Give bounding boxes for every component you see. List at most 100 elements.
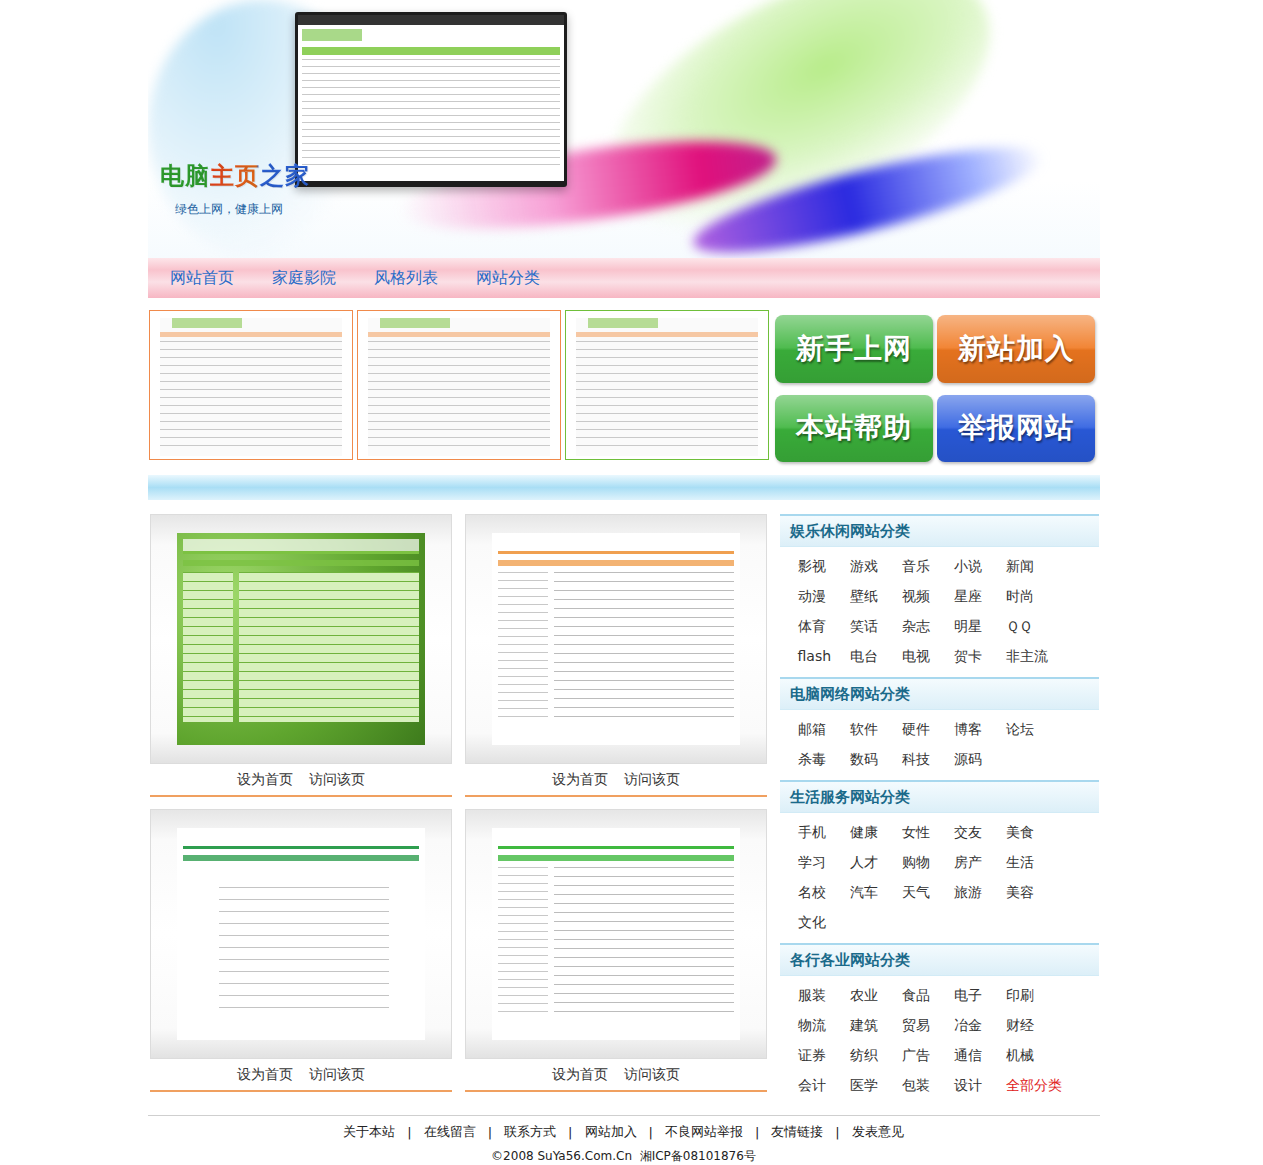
category-link[interactable]: 食品 [902,980,954,1010]
category-link[interactable]: 动漫 [798,581,850,611]
quick-button[interactable]: 新手上网 [775,315,933,383]
category-link[interactable]: 纺织 [850,1040,902,1070]
category-link[interactable]: 学习 [798,847,850,877]
category-link[interactable]: 数码 [850,744,902,774]
card-action-link[interactable]: 访问该页 [624,771,680,789]
footer-link[interactable]: 关于本站 [343,1123,395,1141]
card-action-link[interactable]: 访问该页 [309,771,365,789]
card-action-link[interactable]: 设为首页 [237,1066,293,1084]
category-link[interactable]: ＱＱ [1006,611,1058,641]
preview-thumbnail[interactable] [149,310,353,460]
category-link[interactable]: 手机 [798,817,850,847]
footer-link[interactable]: 发表意见 [852,1123,904,1141]
category-link[interactable]: 硬件 [902,714,954,744]
category-link[interactable]: 服装 [798,980,850,1010]
category-link[interactable]: 邮箱 [798,714,850,744]
card-action-link[interactable]: 访问该页 [624,1066,680,1084]
category-link[interactable]: 明星 [954,611,1006,641]
nav-item[interactable]: 网站分类 [476,268,540,289]
category-link[interactable]: 通信 [954,1040,1006,1070]
category-link[interactable]: 源码 [954,744,1006,774]
category-link[interactable]: 科技 [902,744,954,774]
category-link[interactable]: 包装 [902,1070,954,1100]
category-link[interactable]: 生活 [1006,847,1058,877]
category-link[interactable]: 健康 [850,817,902,847]
preview-thumbnail[interactable] [357,310,561,460]
category-link[interactable]: 印刷 [1006,980,1058,1010]
card-action-link[interactable]: 设为首页 [237,771,293,789]
style-preview[interactable] [150,809,452,1059]
category-link[interactable]: 视频 [902,581,954,611]
category-link[interactable]: 汽车 [850,877,902,907]
quick-button[interactable]: 本站帮助 [775,395,933,463]
category-link[interactable]: 电子 [954,980,1006,1010]
category-link[interactable]: 电台 [850,641,902,671]
category-link[interactable]: 论坛 [1006,714,1058,744]
category-link[interactable]: 游戏 [850,551,902,581]
card-action-link[interactable]: 设为首页 [552,771,608,789]
category-link[interactable]: 设计 [954,1070,1006,1100]
category-link[interactable]: 机械 [1006,1040,1058,1070]
category-link[interactable]: 软件 [850,714,902,744]
all-categories-link[interactable]: 全部分类 [1006,1070,1058,1100]
footer-link[interactable]: 在线留言 [424,1123,476,1141]
category-link[interactable]: 女性 [902,817,954,847]
category-link[interactable]: 电视 [902,641,954,671]
category-link[interactable]: 广告 [902,1040,954,1070]
category-link[interactable]: 购物 [902,847,954,877]
category-link[interactable]: 杂志 [902,611,954,641]
category-link[interactable]: 美容 [1006,877,1058,907]
style-preview[interactable] [465,809,767,1059]
category-link[interactable]: 星座 [954,581,1006,611]
style-card: 设为首页访问该页 [465,809,767,1092]
category-link[interactable]: 会计 [798,1070,850,1100]
nav-item[interactable]: 家庭影院 [272,268,336,289]
category-link[interactable]: 杀毒 [798,744,850,774]
style-preview[interactable] [150,514,452,764]
category-link[interactable]: 新闻 [1006,551,1058,581]
nav-item[interactable]: 风格列表 [374,268,438,289]
footer-link[interactable]: 不良网站举报 [665,1123,743,1141]
category-link[interactable]: 人才 [850,847,902,877]
footer-link[interactable]: 友情链接 [771,1123,823,1141]
category-link[interactable]: 医学 [850,1070,902,1100]
category-link[interactable]: 贺卡 [954,641,1006,671]
category-link[interactable]: 财经 [1006,1010,1058,1040]
category-link[interactable]: 文化 [798,907,850,937]
category-link[interactable]: 音乐 [902,551,954,581]
category-link[interactable]: 房产 [954,847,1006,877]
category-link[interactable]: 小说 [954,551,1006,581]
divider-strip [148,475,1100,500]
category-grid: 服装农业食品电子印刷物流建筑贸易冶金财经证券纺织广告通信机械会计医学包装设计全部… [780,976,1099,1104]
category-link[interactable]: 农业 [850,980,902,1010]
category-link[interactable]: 冶金 [954,1010,1006,1040]
category-link[interactable]: 时尚 [1006,581,1058,611]
quick-button[interactable]: 举报网站 [937,395,1095,463]
card-action-link[interactable]: 设为首页 [552,1066,608,1084]
category-link[interactable]: 体育 [798,611,850,641]
category-link[interactable]: 建筑 [850,1010,902,1040]
category-link[interactable]: 影视 [798,551,850,581]
footer-link[interactable]: 联系方式 [504,1123,556,1141]
category-link[interactable]: 笑话 [850,611,902,641]
category-link[interactable]: 天气 [902,877,954,907]
category-link[interactable]: 证券 [798,1040,850,1070]
card-action-link[interactable]: 访问该页 [309,1066,365,1084]
category-link[interactable]: 非主流 [1006,641,1058,671]
mini-lines [368,341,550,451]
category-link[interactable]: flash [798,641,850,671]
category-link[interactable]: 壁纸 [850,581,902,611]
category-link[interactable]: 博客 [954,714,1006,744]
preview-thumbnail[interactable] [565,310,769,460]
category-link[interactable]: 美食 [1006,817,1058,847]
category-link[interactable]: 名校 [798,877,850,907]
category-link[interactable]: 交友 [954,817,1006,847]
quick-button[interactable]: 新站加入 [937,315,1095,383]
category-link[interactable]: 贸易 [902,1010,954,1040]
category-link[interactable]: 旅游 [954,877,1006,907]
footer-link[interactable]: 网站加入 [585,1123,637,1141]
category-link[interactable]: 物流 [798,1010,850,1040]
nav-item[interactable]: 网站首页 [170,268,234,289]
style-preview[interactable] [465,514,767,764]
site-logo[interactable]: 电脑主页之家 [160,158,310,194]
